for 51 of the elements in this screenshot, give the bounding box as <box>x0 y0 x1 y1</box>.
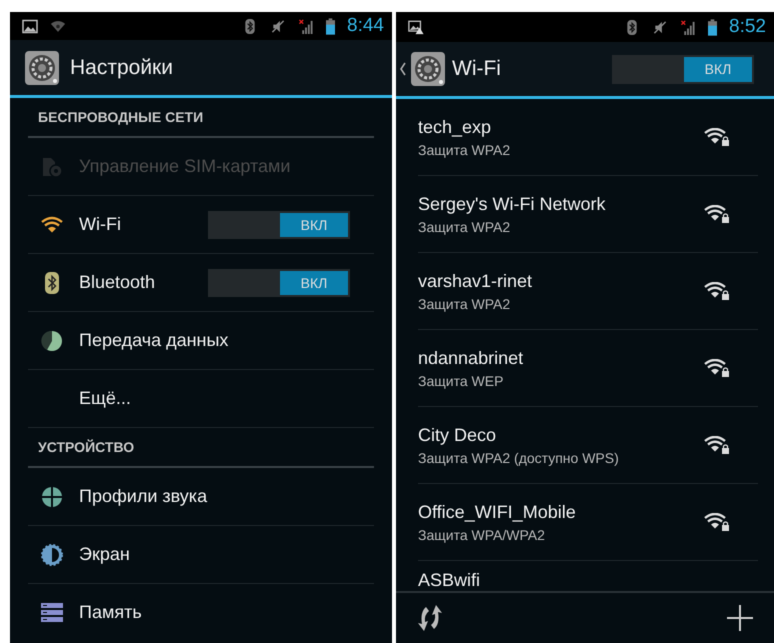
wifi-lock-icon <box>704 513 730 531</box>
brightness-icon <box>41 544 63 566</box>
mute-icon <box>652 20 668 34</box>
status-time: 8:52 <box>729 16 766 38</box>
image-warning-icon <box>408 20 424 34</box>
screen-title: Wi-Fi <box>452 57 501 81</box>
sim-card-icon <box>41 156 63 178</box>
add-icon[interactable] <box>726 604 754 632</box>
network-security: Защита WPA2 <box>418 218 512 234</box>
network-security: Защита WPA2 <box>418 142 512 158</box>
setting-label[interactable]: Экран <box>79 544 374 565</box>
network-name[interactable]: ndannabrinet <box>418 348 704 368</box>
setting-label: Управление SIM-картами <box>79 156 292 177</box>
no-signal-icon <box>298 18 314 34</box>
wifi-lock-icon <box>704 436 730 454</box>
settings-icon[interactable] <box>410 51 446 87</box>
back-chevron-icon[interactable] <box>400 62 406 76</box>
network-name[interactable]: ASBwifi <box>418 570 758 591</box>
refresh-icon[interactable] <box>416 604 444 632</box>
screen-title: Настройки <box>70 56 173 80</box>
network-name[interactable]: varshav1-rinet <box>418 270 704 292</box>
wifi-lock-icon <box>704 359 730 377</box>
network-name[interactable]: tech_exp <box>418 116 704 138</box>
setting-label[interactable]: Передача данных <box>79 330 374 351</box>
crosshair-circle-icon <box>41 486 63 508</box>
network-security: Защита WPA2 (доступно WPS) <box>418 450 620 466</box>
no-signal-icon <box>680 20 696 34</box>
setting-label[interactable]: Wi-Fi <box>79 214 208 235</box>
network-name[interactable]: Sergey's Wi-Fi Network <box>418 194 704 214</box>
network-security: Защита WEP <box>418 372 504 388</box>
battery-icon <box>708 18 718 36</box>
network-security: Защита WPA/WPA2 <box>418 526 546 542</box>
mute-icon <box>270 18 286 34</box>
wifi-lock-icon <box>704 282 730 300</box>
settings-icon[interactable] <box>24 50 60 86</box>
network-security: Защита WPA2 <box>418 296 512 312</box>
setting-label[interactable]: Память <box>79 602 374 623</box>
status-time: 8:44 <box>347 15 384 37</box>
setting-label[interactable]: Ещё... <box>79 388 374 409</box>
battery-icon <box>326 18 336 34</box>
wifi-lock-icon <box>704 128 730 146</box>
network-name[interactable]: Office_WIFI_Mobile <box>418 502 704 522</box>
storage-icon <box>41 602 63 624</box>
network-name[interactable]: City Deco <box>418 424 704 446</box>
pie-chart-icon <box>41 330 63 352</box>
section-header: БЕСПРОВОДНЫЕ СЕТИ <box>38 109 204 125</box>
setting-label[interactable]: Профили звука <box>79 486 374 507</box>
wifi-lock-icon <box>704 205 730 223</box>
section-header: УСТРОЙСТВО <box>38 439 134 455</box>
image-icon <box>22 18 38 34</box>
setting-label[interactable]: Bluetooth <box>79 272 208 293</box>
